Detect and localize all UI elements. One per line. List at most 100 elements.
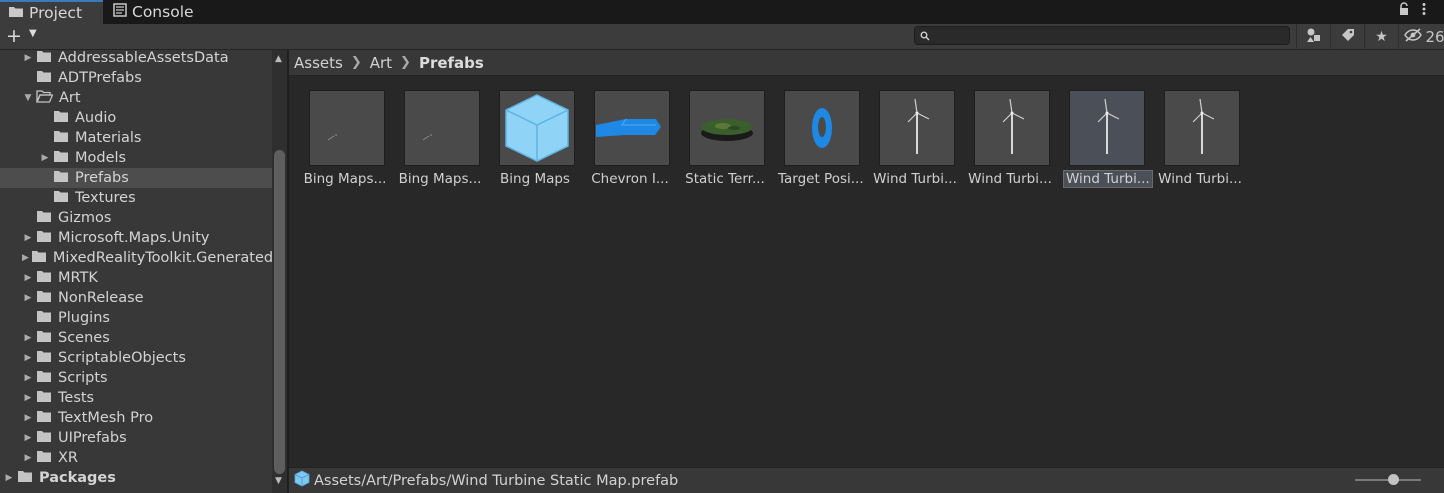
tree-item[interactable]: Prefabs (0, 168, 272, 188)
asset-thumbnail[interactable] (784, 90, 860, 166)
tree-item[interactable]: ▶ Packages (0, 468, 272, 488)
prefab-icon (293, 470, 311, 492)
wind-turbine-icon (975, 98, 1049, 165)
asset-item[interactable]: Bing Maps... (303, 90, 387, 190)
folder-icon (53, 130, 69, 147)
breadcrumb-item[interactable]: Prefabs (419, 54, 484, 72)
asset-thumbnail[interactable] (404, 90, 480, 166)
asset-thumbnail[interactable] (309, 90, 385, 166)
expand-arrow-right-icon[interactable]: ▶ (22, 433, 34, 443)
open-folder-icon (36, 89, 54, 107)
folder-tree: ▶ AddressableAssetsData ADTPrefabs ▼ Art Audi… (0, 50, 272, 493)
expand-arrow-right-icon[interactable]: ▶ (39, 153, 51, 163)
expand-arrow-right-icon[interactable]: ▶ (22, 293, 34, 303)
expand-arrow-right-icon[interactable]: ▶ (22, 233, 34, 243)
scrollbar-thumb[interactable] (274, 150, 285, 474)
lock-icon[interactable] (1398, 2, 1410, 20)
asset-item[interactable]: Bing Maps... (398, 90, 482, 190)
tree-item[interactable]: ▶ Tests (0, 388, 272, 408)
more-options-icon[interactable] (1421, 2, 1427, 20)
asset-item[interactable]: Chevron I... (588, 90, 672, 190)
tag-icon (1341, 28, 1355, 46)
tree-item[interactable]: ▶ UIPrefabs (0, 428, 272, 448)
folder-icon (36, 450, 52, 467)
folder-icon (36, 210, 52, 227)
tree-item[interactable]: Textures (0, 188, 272, 208)
tree-item[interactable]: Materials (0, 128, 272, 148)
expand-arrow-right-icon[interactable]: ▶ (22, 53, 34, 63)
asset-item[interactable]: Wind Turbi... (1158, 90, 1242, 190)
search-input[interactable] (914, 26, 1290, 45)
tree-item[interactable]: Gizmos (0, 208, 272, 228)
tree-item[interactable]: ADTPrefabs (0, 68, 272, 88)
asset-item[interactable]: Bing Maps (493, 90, 577, 190)
asset-thumbnail[interactable] (594, 90, 670, 166)
tree-item[interactable]: ▶ Scenes (0, 328, 272, 348)
tree-item[interactable]: ▶ XR (0, 448, 272, 468)
search-by-type-button[interactable] (1296, 24, 1330, 50)
tree-item-label: Prefabs (75, 170, 129, 186)
asset-label: Wind Turbi... (968, 171, 1052, 187)
chevron-mesh-icon (595, 118, 669, 165)
tree-item-label: Microsoft.Maps.Unity (58, 230, 210, 246)
terrain-disc-icon (690, 119, 764, 165)
asset-label: Target Posi... (778, 171, 864, 187)
expand-arrow-right-icon[interactable]: ▶ (22, 413, 34, 423)
tree-item[interactable]: ▶ Scripts (0, 368, 272, 388)
expand-arrow-right-icon[interactable]: ▶ (22, 333, 34, 343)
asset-thumbnail[interactable] (1164, 90, 1240, 166)
expand-arrow-right-icon[interactable]: ▶ (22, 353, 34, 363)
tree-item[interactable]: ▶ MixedRealityToolkit.Generated (0, 248, 272, 268)
scroll-up-icon[interactable]: ▲ (275, 54, 282, 64)
tree-item[interactable]: ▼ Art (0, 88, 272, 108)
asset-thumbnail[interactable] (499, 90, 575, 166)
asset-thumbnail[interactable] (974, 90, 1050, 166)
tab-console[interactable]: Console (105, 0, 205, 24)
create-button[interactable]: + (6, 26, 22, 46)
tree-item[interactable]: ▶ Microsoft.Maps.Unity (0, 228, 272, 248)
asset-item[interactable]: Wind Turbi... (873, 90, 957, 190)
tree-item[interactable]: ▶ MRTK (0, 268, 272, 288)
asset-thumbnail[interactable] (879, 90, 955, 166)
folder-icon (36, 290, 52, 307)
asset-thumbnail[interactable] (1069, 90, 1145, 166)
tree-item[interactable]: ▶ Models (0, 148, 272, 168)
asset-thumbnail[interactable] (689, 90, 765, 166)
tree-item[interactable]: ▶ TextMesh Pro (0, 408, 272, 428)
expand-arrow-right-icon[interactable]: ▶ (3, 473, 15, 483)
scroll-down-icon[interactable]: ▼ (275, 476, 282, 486)
tree-item[interactable]: Audio (0, 108, 272, 128)
expand-arrow-right-icon[interactable]: ▶ (22, 393, 34, 403)
asset-item[interactable]: Wind Turbi... (968, 90, 1052, 190)
tree-item[interactable]: ▶ AddressableAssetsData (0, 50, 272, 68)
folder-icon (36, 310, 52, 327)
tree-item[interactable]: Plugins (0, 308, 272, 328)
tree-item-label: Packages (39, 470, 116, 486)
wind-turbine-icon (880, 98, 954, 165)
tree-item[interactable]: ▶ NonRelease (0, 288, 272, 308)
folder-icon (36, 270, 52, 287)
expand-arrow-right-icon[interactable]: ▶ (22, 253, 29, 263)
expand-arrow-right-icon[interactable]: ▶ (22, 273, 34, 283)
tree-item-label: ADTPrefabs (58, 70, 142, 86)
expand-arrow-right-icon[interactable]: ▶ (22, 373, 34, 383)
tree-item-label: NonRelease (58, 290, 144, 306)
folder-icon (36, 70, 52, 87)
asset-item[interactable]: Target Posi... (778, 90, 864, 190)
tree-item[interactable]: ▶ ScriptableObjects (0, 348, 272, 368)
asset-item[interactable]: Static Terr... (683, 90, 767, 190)
tree-scrollbar[interactable]: ▲ ▼ (272, 50, 287, 493)
asset-item[interactable]: Wind Turbi... (1063, 90, 1153, 190)
breadcrumb: Assets ❯ Art ❯ Prefabs (289, 50, 1444, 76)
breadcrumb-item[interactable]: Assets (294, 54, 343, 72)
chevron-down-icon[interactable]: ▼ (29, 28, 37, 39)
breadcrumb-item[interactable]: Art (370, 54, 392, 72)
tab-project[interactable]: Project (0, 0, 103, 24)
favorites-button[interactable]: ★ (1364, 24, 1398, 50)
chevron-right-icon: ❯ (400, 55, 411, 70)
slider-handle[interactable] (1388, 474, 1399, 485)
hidden-packages-toggle[interactable]: 26 (1398, 24, 1444, 50)
expand-arrow-right-icon[interactable]: ▶ (22, 453, 34, 463)
search-by-label-button[interactable] (1330, 24, 1364, 50)
expand-arrow-down-icon[interactable]: ▼ (22, 93, 34, 103)
